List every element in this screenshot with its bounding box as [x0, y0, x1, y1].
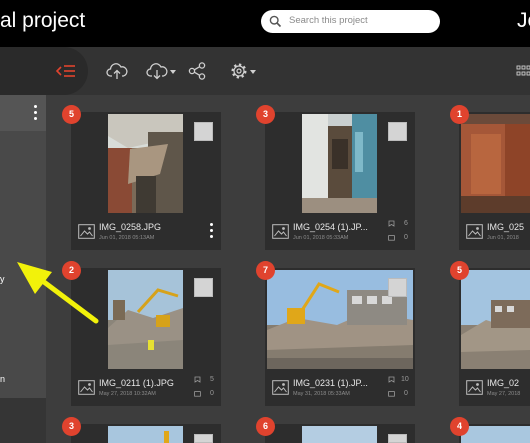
- photo-count-badge: 3: [62, 417, 81, 436]
- photo-filename: IMG_0211 (1).JPG: [99, 378, 174, 388]
- download-caret-icon[interactable]: [170, 70, 176, 74]
- photo-checkbox[interactable]: [388, 278, 407, 297]
- toolbar-left-panel: [0, 47, 88, 95]
- image-file-icon: [466, 224, 483, 239]
- search-input[interactable]: Search this project: [261, 10, 440, 33]
- download-icon[interactable]: [146, 59, 168, 83]
- photo-card[interactable]: IMG_0211 (1).JPG May 27, 2018 10:32AM 5 …: [71, 268, 221, 406]
- photo-card[interactable]: IMG_02 May 27, 2018: [459, 268, 530, 406]
- tag-icon: [194, 376, 201, 383]
- photo-date: Jun 01, 2018 05:13AM: [99, 235, 155, 241]
- photo-date: Jun 01, 2018 05:33AM: [293, 235, 349, 241]
- photo-filename: IMG_0254 (1).JP...: [293, 222, 368, 232]
- search-placeholder: Search this project: [289, 15, 368, 26]
- search-icon: [269, 15, 282, 28]
- photo-card[interactable]: [459, 424, 530, 443]
- comment-count: 0: [210, 390, 214, 397]
- photo-thumbnail[interactable]: [108, 114, 183, 213]
- photo-count-badge: 5: [62, 105, 81, 124]
- photo-count-badge: 6: [256, 417, 275, 436]
- sidebar-item-1[interactable]: y: [0, 274, 5, 284]
- photo-count-badge: 7: [256, 261, 275, 280]
- photo-count-badge: 3: [256, 105, 275, 124]
- photo-checkbox[interactable]: [388, 122, 407, 141]
- image-file-icon: [78, 224, 95, 239]
- photo-thumbnail[interactable]: [461, 426, 530, 443]
- photo-checkbox[interactable]: [194, 434, 213, 443]
- toolbar: [0, 47, 530, 95]
- photo-thumbnail[interactable]: [461, 270, 530, 369]
- photo-filename: IMG_0231 (1).JP...: [293, 378, 368, 388]
- photo-thumbnail[interactable]: [461, 114, 530, 213]
- settings-icon[interactable]: [229, 59, 249, 83]
- project-title: al project: [0, 9, 86, 32]
- image-file-icon: [466, 380, 483, 395]
- tag-count: 6: [404, 220, 408, 227]
- photo-card[interactable]: [265, 424, 415, 443]
- photo-card[interactable]: [71, 424, 221, 443]
- grid-view-icon[interactable]: [516, 65, 530, 77]
- photo-count-badge: 2: [62, 261, 81, 280]
- photo-checkbox[interactable]: [388, 434, 407, 443]
- comment-icon: [388, 391, 395, 397]
- tag-count: 5: [210, 376, 214, 383]
- comment-count: 0: [404, 390, 408, 397]
- image-file-icon: [272, 224, 289, 239]
- comment-count: 0: [404, 234, 408, 241]
- photo-thumbnail[interactable]: [108, 426, 183, 443]
- app-window: al project Search this project Je: [0, 0, 530, 443]
- photo-date: May 31, 2018 05:33AM: [293, 391, 350, 397]
- photo-card[interactable]: IMG_0254 (1).JP... Jun 01, 2018 05:33AM …: [265, 112, 415, 250]
- more-options-icon[interactable]: [33, 105, 39, 123]
- sidebar-item-2[interactable]: n: [0, 374, 5, 384]
- photo-more-icon[interactable]: [210, 223, 215, 241]
- comment-icon: [388, 235, 395, 241]
- photo-checkbox[interactable]: [194, 278, 213, 297]
- sidebar: y n: [0, 95, 46, 443]
- tag-count: 10: [401, 376, 409, 383]
- photo-thumbnail[interactable]: [302, 426, 377, 443]
- tag-icon: [388, 376, 395, 383]
- photo-date: May 27, 2018 10:32AM: [99, 391, 156, 397]
- photo-checkbox[interactable]: [194, 122, 213, 141]
- image-file-icon: [78, 380, 95, 395]
- photo-card[interactable]: IMG_025 Jun 01, 2018: [459, 112, 530, 250]
- photo-card[interactable]: IMG_0231 (1).JP... May 31, 2018 05:33AM …: [265, 268, 415, 406]
- settings-caret-icon[interactable]: [250, 70, 256, 74]
- sidebar-header: [0, 95, 46, 131]
- photo-thumbnail[interactable]: [302, 114, 377, 213]
- share-icon[interactable]: [187, 59, 207, 83]
- photo-count-badge: 5: [450, 261, 469, 280]
- photo-date: May 27, 2018: [487, 391, 521, 397]
- photo-filename: IMG_025: [487, 222, 525, 232]
- photo-count-badge: 4: [450, 417, 469, 436]
- photo-card[interactable]: IMG_0258.JPG Jun 01, 2018 05:13AM: [71, 112, 221, 250]
- sidebar-footer: [0, 398, 46, 443]
- photo-filename: IMG_0258.JPG: [99, 222, 162, 232]
- user-name[interactable]: Je: [517, 9, 530, 33]
- photo-count-badge: 1: [450, 105, 469, 124]
- photo-thumbnail[interactable]: [108, 270, 183, 369]
- top-bar: al project Search this project Je: [0, 0, 530, 47]
- upload-icon[interactable]: [106, 59, 128, 83]
- tag-icon: [388, 220, 395, 227]
- photo-date: Jun 01, 2018: [487, 235, 519, 241]
- image-file-icon: [272, 380, 289, 395]
- comment-icon: [194, 391, 201, 397]
- photo-filename: IMG_02: [487, 378, 520, 388]
- collapse-menu-icon[interactable]: [54, 61, 76, 81]
